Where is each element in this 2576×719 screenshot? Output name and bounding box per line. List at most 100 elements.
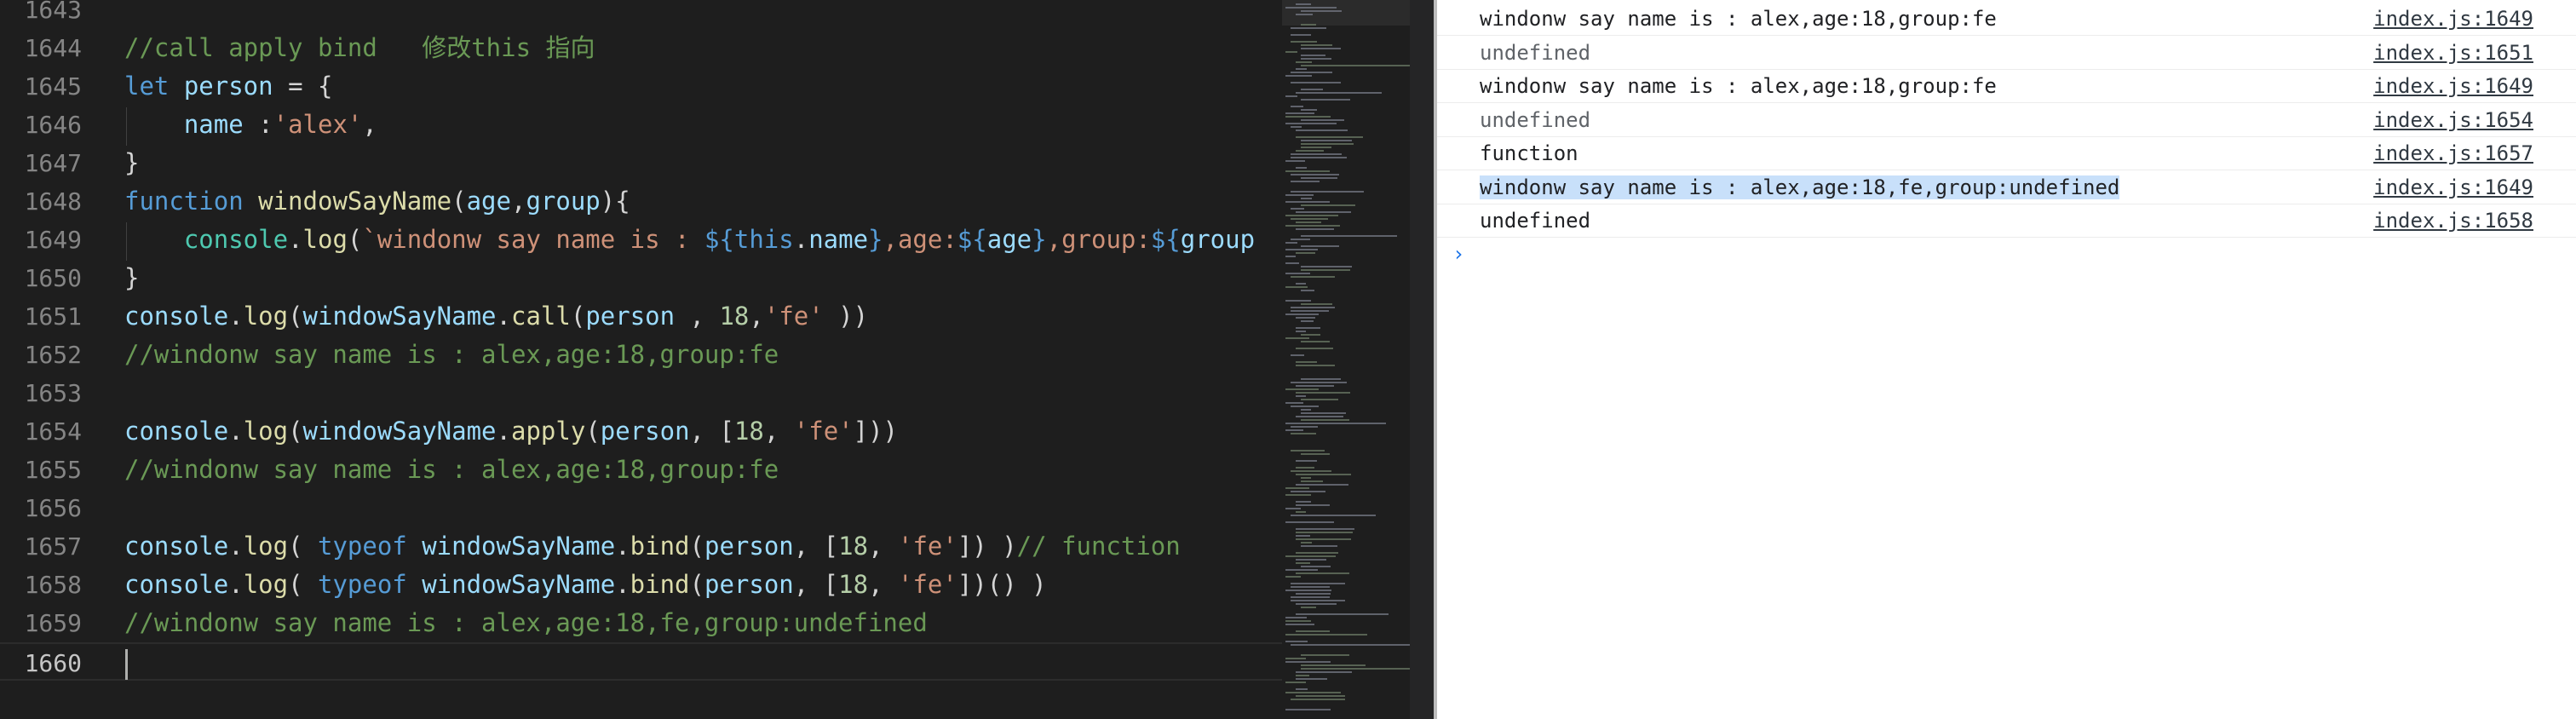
minimap-code-stroke xyxy=(1301,177,1337,179)
minimap-code-stroke xyxy=(1296,538,1351,540)
code-line[interactable]: 1659 //windonw say name is : alex,age:18,… xyxy=(0,604,1282,642)
line-number: 1645 xyxy=(24,72,82,101)
source-link[interactable]: index.js:1649 xyxy=(2373,70,2533,103)
devtools-console: › windonw say name is : alex,age:18,grou… xyxy=(1437,0,2576,719)
minimap-code-stroke xyxy=(1291,276,1335,278)
code-token: 18 xyxy=(719,302,750,331)
minimap-code-stroke xyxy=(1296,395,1306,397)
minimap-code-stroke xyxy=(1291,181,1320,182)
code-line[interactable]: 1650} xyxy=(0,259,1282,297)
console-message[interactable]: windonw say name is : alex,age:18,group:… xyxy=(1437,3,2576,36)
minimap-code-stroke xyxy=(1291,586,1330,588)
minimap-code-stroke xyxy=(1301,204,1355,206)
code-line[interactable]: 1657 console.log( typeof windowSayName.bi… xyxy=(0,527,1282,566)
message-text: undefined xyxy=(1480,209,1591,233)
minimap-code-stroke xyxy=(1301,48,1341,49)
code-line[interactable]: 1653 xyxy=(0,374,1282,412)
code-token: , xyxy=(868,532,898,561)
minimap-code-stroke xyxy=(1291,470,1331,472)
source-link[interactable]: index.js:1654 xyxy=(2373,104,2533,137)
minimap-code-stroke xyxy=(1285,429,1303,431)
code-token: 18 xyxy=(838,532,869,561)
code-line[interactable]: 1644 //call apply bind 修改this 指向 xyxy=(0,29,1282,67)
code-line[interactable]: 1655 //windonw say name is : alex,age:18,… xyxy=(0,451,1282,489)
minimap-code-stroke xyxy=(1301,99,1350,101)
minimap-code-stroke xyxy=(1296,392,1350,394)
code-line[interactable]: 1651 console.log(windowSayName.call(perso… xyxy=(0,297,1282,336)
minimap-code-stroke xyxy=(1285,624,1314,625)
code-token: . xyxy=(615,532,630,561)
console-message-text: function xyxy=(1480,137,1578,170)
minimap-code-stroke xyxy=(1296,361,1317,363)
code-token: ( xyxy=(451,187,467,216)
minimap-code-stroke xyxy=(1301,542,1312,544)
console-message[interactable]: undefined index.js:1654 xyxy=(1437,104,2576,137)
minimap-code-stroke xyxy=(1285,576,1301,578)
line-number: 1655 xyxy=(24,456,82,484)
minimap-code-stroke xyxy=(1285,7,1337,9)
minimap-code-stroke xyxy=(1296,532,1353,533)
minimap-code-stroke xyxy=(1291,307,1335,308)
minimap-code-stroke xyxy=(1285,313,1319,315)
minimap-code-stroke xyxy=(1285,249,1318,250)
minimap-code-stroke xyxy=(1285,590,1331,591)
code-token: windowSayName xyxy=(258,187,452,216)
code-line[interactable]: 1656 xyxy=(0,489,1282,527)
console-message-text: windonw say name is : alex,age:18,fe,gro… xyxy=(1480,171,2120,204)
code-token: age xyxy=(986,225,1032,254)
minimap-code-stroke xyxy=(1301,290,1314,291)
console-message[interactable]: function index.js:1657 xyxy=(1437,137,2576,170)
minimap-code-stroke xyxy=(1291,153,1342,155)
code-token: 'fe' xyxy=(897,570,957,599)
minimap-code-stroke xyxy=(1285,661,1331,663)
code-token: log xyxy=(243,570,289,599)
code-token: ])() ) xyxy=(957,570,1047,599)
code-line[interactable]: 1660 xyxy=(0,642,1282,681)
minimap-code-stroke xyxy=(1285,256,1296,257)
console-message[interactable]: undefined index.js:1651 xyxy=(1437,37,2576,70)
code-line[interactable]: 1646 name :'alex', xyxy=(0,106,1282,144)
code-line[interactable]: 1648 function windowSayName(age,group){ xyxy=(0,182,1282,221)
code-text: console.log(windowSayName.call(person , … xyxy=(124,297,868,336)
minimap[interactable] xyxy=(1282,0,1410,719)
source-link[interactable]: index.js:1658 xyxy=(2373,204,2533,238)
code-line[interactable]: 1645 let person = { xyxy=(0,67,1282,106)
console-message[interactable]: windonw say name is : alex,age:18,group:… xyxy=(1437,70,2576,103)
minimap-code-stroke xyxy=(1291,596,1330,598)
code-token: `windonw say name is : xyxy=(362,225,704,254)
source-link[interactable]: index.js:1651 xyxy=(2373,37,2533,70)
console-message[interactable]: windonw say name is : alex,age:18,fe,gro… xyxy=(1437,171,2576,204)
code-line[interactable]: 1652 //windonw say name is : alex,age:18,… xyxy=(0,336,1282,374)
minimap-code-stroke xyxy=(1296,603,1337,605)
code-token: ])) xyxy=(853,417,899,446)
minimap-code-stroke xyxy=(1285,555,1336,557)
source-link[interactable]: index.js:1649 xyxy=(2373,171,2533,204)
code-token: )) xyxy=(823,302,869,331)
line-number: 1644 xyxy=(24,34,82,62)
minimap-code-stroke xyxy=(1296,675,1309,676)
line-number: 1653 xyxy=(24,379,82,407)
code-line[interactable]: 1658 console.log( typeof windowSayName.bi… xyxy=(0,566,1282,604)
code-line[interactable]: 1643 xyxy=(0,0,1282,29)
minimap-code-stroke xyxy=(1301,119,1344,121)
code-token: ${ xyxy=(957,225,987,254)
code-token: log xyxy=(243,532,289,561)
minimap-code-stroke xyxy=(1285,201,1330,203)
selected-text: windonw say name is : alex,age:18,fe,gro… xyxy=(1480,175,2120,199)
minimap-code-stroke xyxy=(1291,515,1376,516)
code-token: ( xyxy=(689,532,704,561)
minimap-code-stroke xyxy=(1296,3,1311,5)
code-line[interactable]: 1654 console.log(windowSayName.apply(pers… xyxy=(0,412,1282,451)
editor-vertical-scrollbar[interactable] xyxy=(1410,0,1434,719)
code-editor[interactable]: 1643 1644 //call apply bind 修改this 指向 1645 l… xyxy=(0,0,1282,719)
console-prompt-icon[interactable]: › xyxy=(1452,240,1464,267)
console-message[interactable]: undefined index.js:1658 xyxy=(1437,204,2576,238)
source-link[interactable]: index.js:1657 xyxy=(2373,137,2533,170)
minimap-code-stroke xyxy=(1291,644,1410,646)
code-line[interactable]: 1649 console.log(`windonw say name is : … xyxy=(0,221,1282,259)
minimap-code-stroke xyxy=(1296,504,1330,506)
code-line[interactable]: 1647} xyxy=(0,144,1282,182)
source-link[interactable]: index.js:1649 xyxy=(2373,3,2533,36)
line-number: 1656 xyxy=(24,494,82,522)
code-token: group xyxy=(1180,225,1256,254)
